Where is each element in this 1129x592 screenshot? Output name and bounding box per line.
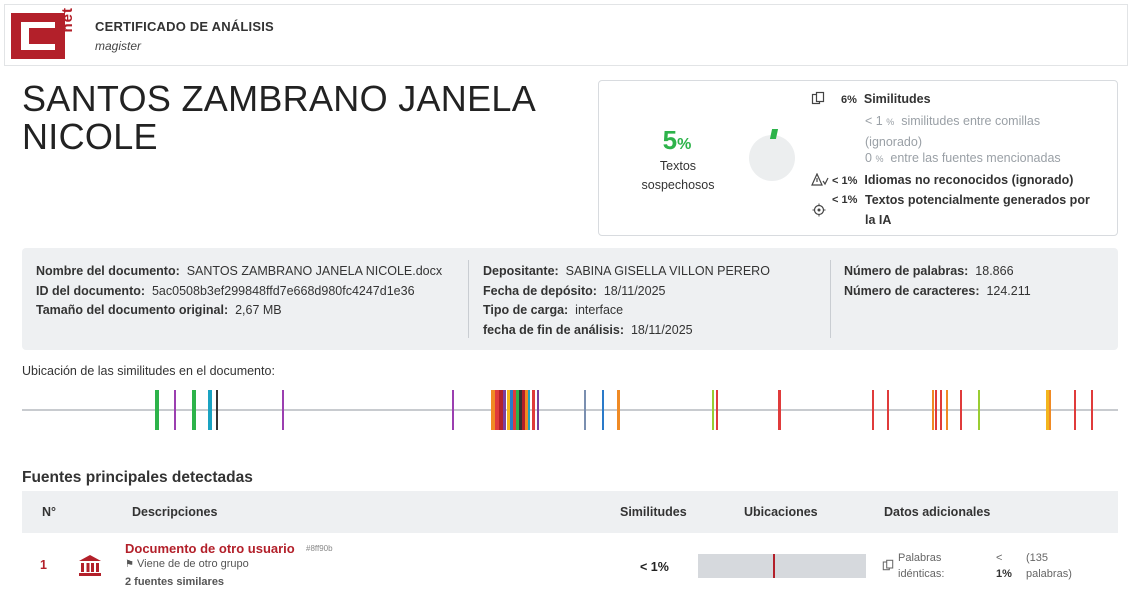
doc-name-value: SANTOS ZAMBRANO JANELA NICOLE.docx bbox=[186, 264, 443, 278]
upload-type-value: interface bbox=[575, 303, 624, 317]
extra-label: Palabras idénticas: bbox=[898, 552, 945, 580]
depositor-value: SABINA GISELLA VILLON PERERO bbox=[565, 264, 770, 278]
ai-chip-icon bbox=[812, 203, 826, 217]
info-col-counts: Número de palabras: 18.866 Número de car… bbox=[844, 264, 1031, 298]
similar-sources-link[interactable]: 2 fuentes similares bbox=[125, 576, 224, 588]
similarity-location-mark[interactable] bbox=[282, 390, 284, 430]
similarity-location-mark[interactable] bbox=[584, 390, 586, 430]
similarity-location-mark[interactable] bbox=[174, 390, 176, 430]
source-number: 1 bbox=[40, 558, 47, 572]
suspicious-percent: 5% bbox=[662, 125, 692, 155]
sources-title: Fuentes principales detectadas bbox=[22, 469, 253, 486]
similarity-donut-chart bbox=[749, 135, 795, 181]
similarity-location-mark[interactable] bbox=[155, 390, 159, 430]
col-loc: Ubicaciones bbox=[744, 505, 818, 519]
location-baseline bbox=[22, 409, 1118, 411]
similarity-location-mark[interactable] bbox=[712, 390, 714, 430]
divider bbox=[468, 260, 469, 338]
similarity-location-mark[interactable] bbox=[978, 390, 980, 430]
ia-label: Textos potencialmente generados por la I… bbox=[865, 193, 1090, 227]
tag-icon: ⚑ bbox=[125, 559, 134, 570]
source-group: ⚑ Viene de de otro grupo bbox=[125, 558, 249, 570]
similitudes-row: 6% Similitudes bbox=[841, 92, 931, 106]
document-author-name: SANTOS ZAMBRANO JANELA NICOLE bbox=[22, 78, 535, 157]
similarity-location-bar bbox=[22, 388, 1118, 432]
similarity-location-mark[interactable] bbox=[1091, 390, 1093, 430]
similarity-location-mark[interactable] bbox=[960, 390, 962, 430]
report-header: net CERTIFICADO DE ANÁLISIS magister bbox=[4, 4, 1128, 66]
logo-text: net bbox=[59, 7, 76, 33]
doc-id-value: 5ac0508b3ef299848ffd7e668d980fc4247d1e36 bbox=[151, 283, 415, 298]
comillas-row: < 1 % similitudes entre comillas (ignora… bbox=[865, 114, 1041, 149]
similarity-location-mark[interactable] bbox=[778, 390, 781, 430]
divider bbox=[830, 260, 831, 338]
col-extra: Datos adicionales bbox=[884, 505, 991, 519]
compilatio-logo: net bbox=[11, 7, 76, 59]
similarity-location-mark[interactable] bbox=[208, 390, 212, 430]
source-location-mark bbox=[773, 554, 775, 578]
ia-row: < 1% bbox=[832, 194, 858, 206]
source-similarity: < 1% bbox=[640, 560, 669, 574]
similarity-location-mark[interactable] bbox=[537, 390, 539, 430]
source-link[interactable]: Documento de otro usuario bbox=[125, 541, 295, 556]
info-col-document: Nombre del documento: SANTOS ZAMBRANO JA… bbox=[36, 264, 443, 317]
similarity-location-mark[interactable] bbox=[503, 390, 506, 430]
extra-count: (135 palabras) bbox=[1026, 552, 1072, 580]
col-desc: Descripciones bbox=[132, 505, 218, 519]
deposit-date-value: 18/11/2025 bbox=[603, 283, 666, 298]
similarity-location-mark[interactable] bbox=[617, 390, 620, 430]
location-label: Ubicación de las similitudes en el docum… bbox=[22, 364, 275, 378]
similarity-location-mark[interactable] bbox=[872, 390, 874, 430]
extra-value: < 1% bbox=[996, 552, 1012, 580]
similarity-location-mark[interactable] bbox=[887, 390, 889, 430]
similarity-location-mark[interactable] bbox=[532, 390, 535, 430]
similarity-summary-card: 5% Textos sospechosos 6% Similitudes < 1… bbox=[598, 80, 1118, 236]
similarity-location-mark[interactable] bbox=[528, 390, 530, 430]
warning-language-icon bbox=[811, 173, 829, 186]
similarity-location-mark[interactable] bbox=[1074, 390, 1076, 430]
institution-icon bbox=[79, 555, 101, 576]
similarity-location-mark[interactable] bbox=[935, 390, 937, 430]
col-sim: Similitudes bbox=[620, 505, 687, 519]
idiomas-row: < 1% Idiomas no reconocidos (ignorado) bbox=[832, 173, 1074, 187]
suspicious-label: Textos sospechosos bbox=[641, 159, 715, 192]
certificate-subtitle: magister bbox=[95, 39, 142, 53]
similarity-location-mark[interactable] bbox=[452, 390, 454, 430]
copy-documents-icon bbox=[882, 559, 894, 571]
source-location-bar bbox=[698, 554, 866, 578]
document-info-panel: Nombre del documento: SANTOS ZAMBRANO JA… bbox=[22, 248, 1118, 350]
source-hash: #8ff90b bbox=[306, 544, 333, 553]
similarity-location-mark[interactable] bbox=[602, 390, 604, 430]
certificate-title: CERTIFICADO DE ANÁLISIS bbox=[95, 19, 274, 34]
copy-documents-icon bbox=[811, 91, 825, 105]
similarity-location-mark[interactable] bbox=[932, 390, 934, 430]
similarity-location-mark[interactable] bbox=[216, 390, 218, 430]
end-date-value: 18/11/2025 bbox=[630, 322, 693, 337]
char-count-value: 124.211 bbox=[986, 283, 1031, 298]
sources-table-header: N° Descripciones Similitudes Ubicaciones… bbox=[22, 491, 1118, 533]
similarity-location-mark[interactable] bbox=[946, 390, 948, 430]
mencionadas-row: 0 % entre las fuentes mencionadas bbox=[865, 151, 1061, 165]
col-num: N° bbox=[42, 505, 57, 519]
word-count-value: 18.866 bbox=[975, 264, 1014, 278]
info-col-deposit: Depositante: SABINA GISELLA VILLON PERER… bbox=[483, 264, 770, 337]
doc-size-value: 2,67 MB bbox=[235, 303, 282, 317]
similarity-location-mark[interactable] bbox=[940, 390, 942, 430]
similarity-location-mark[interactable] bbox=[192, 390, 196, 430]
similarity-location-mark[interactable] bbox=[1049, 390, 1051, 430]
similarity-location-mark[interactable] bbox=[716, 390, 718, 430]
